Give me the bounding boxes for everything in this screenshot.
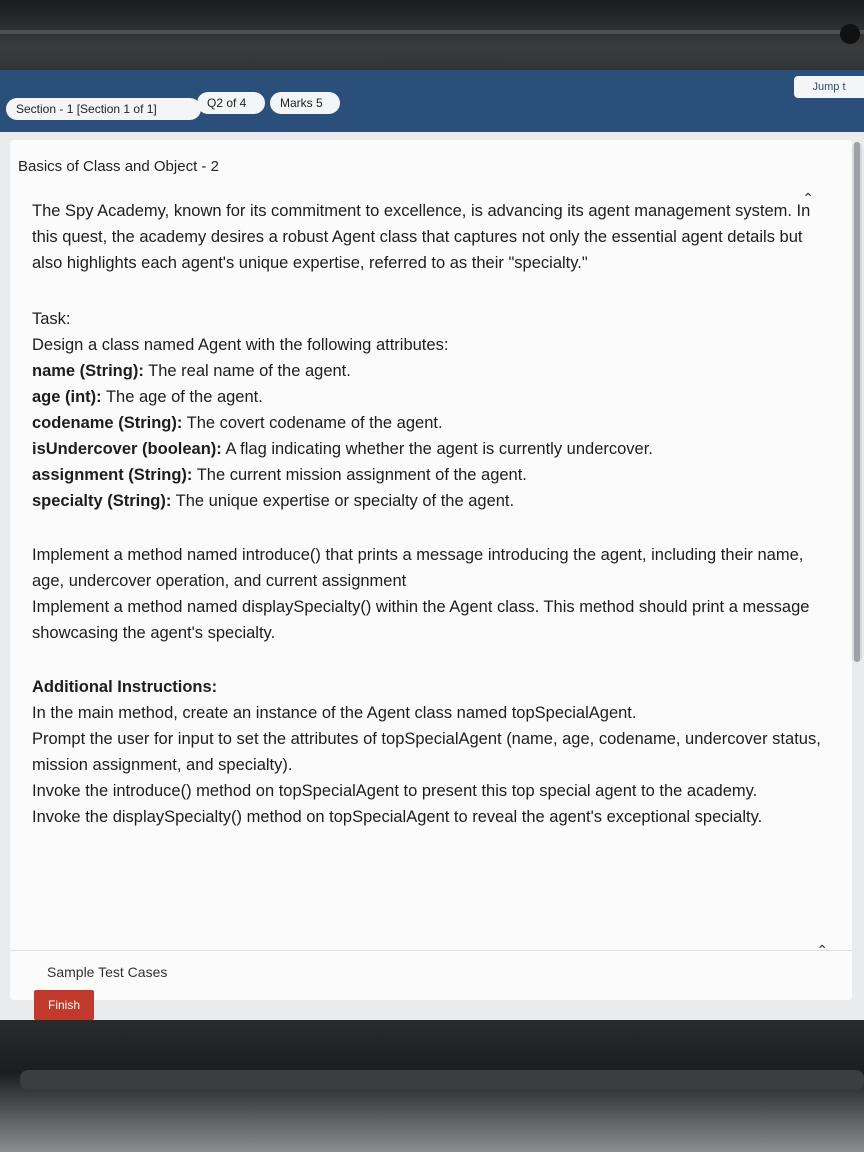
question-indicator[interactable]: Q2 of 4 — [197, 92, 265, 114]
attribute-desc: The current mission assignment of the ag… — [192, 466, 527, 484]
attribute-name: name (String): — [32, 362, 144, 380]
additional-instruction: Invoke the displaySpecialty() method on … — [32, 808, 763, 826]
attribute-item: name (String): The real name of the agen… — [32, 358, 822, 384]
attribute-desc: The unique expertise or specialty of the… — [171, 492, 515, 510]
divider — [10, 950, 852, 951]
expand-chevron-up-icon[interactable]: ⌃ — [816, 942, 828, 959]
attribute-desc: The covert codename of the agent. — [182, 414, 443, 432]
jump-button[interactable]: Jump t — [794, 76, 864, 98]
attribute-desc: The real name of the agent. — [143, 362, 351, 380]
question-content: The Spy Academy, known for its commitmen… — [32, 198, 822, 830]
attribute-desc: A flag indicating whether the agent is c… — [221, 440, 653, 458]
sample-test-cases-toggle[interactable]: Sample Test Cases — [47, 964, 167, 980]
problem-intro: The Spy Academy, known for its commitmen… — [32, 202, 811, 272]
top-bar: Jump t Section - 1 [Section 1 of 1] Q2 o… — [0, 70, 864, 132]
attribute-item: age (int): The age of the agent. — [32, 384, 822, 410]
attribute-name: isUndercover (boolean): — [32, 440, 222, 458]
attribute-item: assignment (String): The current mission… — [32, 462, 822, 488]
section-indicator[interactable]: Section - 1 [Section 1 of 1] — [6, 98, 201, 120]
additional-instruction: Invoke the introduce() method on topSpec… — [32, 782, 758, 800]
camera-icon — [840, 24, 860, 44]
task-heading: Task: — [32, 310, 71, 328]
keyboard-edge — [20, 1070, 864, 1090]
scrollbar-thumb[interactable] — [854, 142, 860, 662]
additional-heading: Additional Instructions: — [32, 678, 218, 696]
attribute-item: codename (String): The covert codename o… — [32, 410, 822, 436]
additional-instructions: Additional Instructions: In the main met… — [32, 674, 822, 830]
additional-instruction: Prompt the user for input to set the att… — [32, 730, 821, 774]
question-title: Basics of Class and Object - 2 — [18, 158, 219, 175]
additional-instruction: In the main method, create an instance o… — [32, 704, 637, 722]
implementation-block: Implement a method named introduce() tha… — [32, 542, 822, 646]
marks-indicator: Marks 5 — [270, 92, 340, 114]
attribute-item: specialty (String): The unique expertise… — [32, 488, 822, 514]
task-line: Design a class named Agent with the foll… — [32, 336, 449, 354]
implement-introduce: Implement a method named introduce() tha… — [32, 546, 804, 590]
screen: Jump t Section - 1 [Section 1 of 1] Q2 o… — [0, 70, 864, 1025]
attribute-item: isUndercover (boolean): A flag indicatin… — [32, 436, 822, 462]
finish-button[interactable]: Finish — [34, 990, 94, 1020]
implement-display-specialty: Implement a method named displaySpecialt… — [32, 598, 810, 642]
attribute-name: assignment (String): — [32, 466, 193, 484]
attribute-name: age (int): — [32, 388, 102, 406]
question-panel: Basics of Class and Object - 2 ⌃ The Spy… — [10, 140, 852, 1000]
attribute-desc: The age of the agent. — [101, 388, 263, 406]
attribute-name: codename (String): — [32, 414, 183, 432]
bezel-edge — [0, 30, 864, 34]
attribute-name: specialty (String): — [32, 492, 172, 510]
monitor-bezel-top — [0, 0, 864, 80]
